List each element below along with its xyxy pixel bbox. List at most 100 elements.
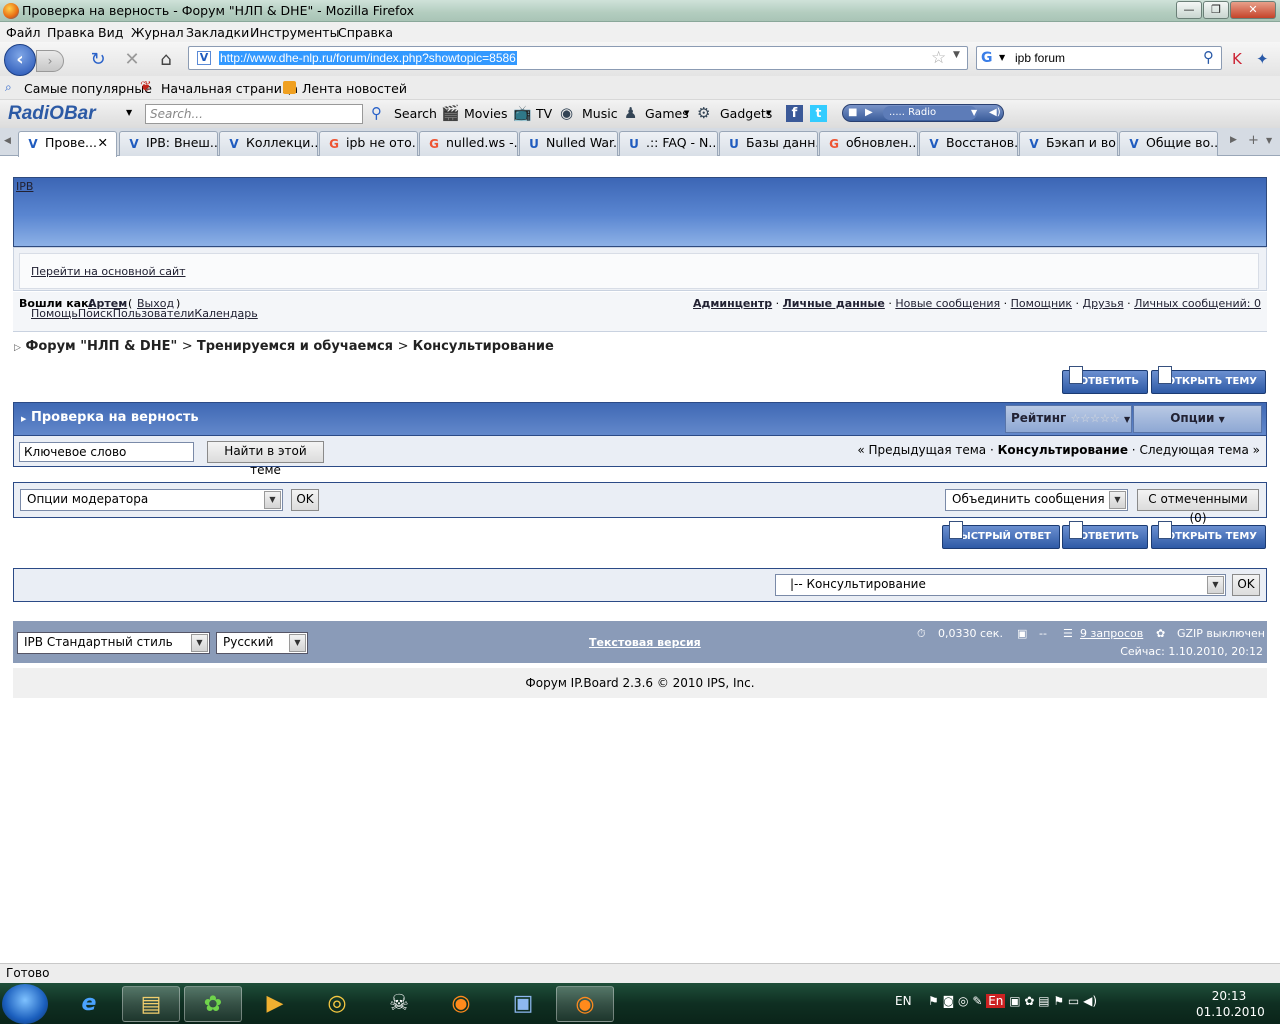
tab-8[interactable]: Gобновлен... — [819, 131, 918, 156]
menu-view[interactable]: Вид — [98, 25, 123, 40]
clock[interactable]: 20:13 01.10.2010 — [1196, 988, 1265, 1020]
radiobar-search-button[interactable]: Search — [394, 106, 437, 121]
bookmark-popular[interactable]: Самые популярные — [24, 81, 152, 96]
stop-icon[interactable]: ✕ — [122, 50, 142, 70]
radiobar-search-input[interactable]: Search... — [145, 104, 363, 124]
merge-posts-select[interactable]: Объединить сообщения ▼ — [945, 489, 1128, 511]
browser-search-box[interactable]: G ▼ ipb forum ⚲ — [976, 46, 1222, 70]
internet-explorer-icon[interactable]: e — [60, 986, 118, 1022]
forum-logo-link[interactable]: IPB — [16, 180, 33, 193]
bookmark-star-icon[interactable]: ☆ — [931, 48, 946, 68]
close-button[interactable]: ✕ — [1230, 1, 1276, 19]
forum-jump-select[interactable]: |-- Консультирование ▼ — [775, 574, 1226, 596]
language-select[interactable]: Русский ▼ — [216, 632, 308, 654]
menu-tools[interactable]: Инструменты — [250, 25, 339, 40]
tab-11[interactable]: V Общие во... — [1119, 131, 1218, 156]
firefox-taskbar-icon[interactable]: ◉ — [432, 986, 490, 1022]
breadcrumb-forum[interactable]: Форум "НЛП & DHE" — [25, 339, 177, 354]
menu-file[interactable]: Файл — [6, 25, 41, 40]
reply-button-bottom[interactable]: ОТВЕТИТЬ — [1062, 521, 1148, 549]
new-topic-button-bottom[interactable]: ОТКРЫТЬ ТЕМУ — [1151, 521, 1266, 549]
tab-close-icon[interactable]: ✕ — [98, 132, 108, 154]
fast-reply-button[interactable]: БЫСТРЫЙ ОТВЕТ — [942, 521, 1060, 549]
reload-icon[interactable]: ↻ — [88, 50, 108, 70]
with-selected-button[interactable]: С отмеченными (0) — [1137, 489, 1259, 525]
my-controls-link[interactable]: Личные данные — [783, 297, 885, 310]
search-in-topic-button[interactable]: Найти в этой теме — [207, 441, 324, 477]
next-topic-link[interactable]: Следующая тема » — [1139, 443, 1260, 457]
addon-icon[interactable]: ✦ — [1256, 50, 1269, 68]
search-icon[interactable]: ⚲ — [371, 104, 382, 122]
home-icon[interactable]: ⌂ — [156, 50, 176, 70]
maximize-button[interactable]: ❐ — [1203, 1, 1229, 19]
safari-icon[interactable]: ◎ — [308, 986, 366, 1022]
tray-icons[interactable]: ⚑ ◙ ◎ ✎ En ▣ ✿ ▤ ⚑ ▭ ◀) — [928, 994, 1097, 1008]
reply-button-top[interactable]: ОТВЕТИТЬ — [1062, 366, 1148, 394]
tab-2[interactable]: V Коллекци... — [219, 131, 318, 156]
games-dropdown-icon[interactable]: ▼ — [684, 109, 689, 117]
members-link[interactable]: Пользователи — [113, 307, 195, 320]
options-dropdown[interactable]: Опции ▼ — [1133, 405, 1262, 433]
gadgets-dropdown-icon[interactable]: ▼ — [766, 109, 771, 117]
friends-link[interactable]: Друзья — [1083, 297, 1124, 310]
tab-7[interactable]: U Базы данн... — [719, 131, 818, 156]
forum-jump-ok-button[interactable]: OK — [1232, 574, 1260, 596]
radiobar-games-button[interactable]: Games — [645, 106, 689, 121]
menu-history[interactable]: Журнал — [131, 25, 184, 40]
menu-help[interactable]: Справка — [338, 25, 393, 40]
icq-icon[interactable]: ✿ — [184, 986, 242, 1022]
calendar-link[interactable]: Календарь — [194, 307, 257, 320]
twitter-icon[interactable]: t — [810, 105, 827, 122]
volume-icon[interactable]: ◀) — [989, 105, 1001, 121]
messages-link[interactable]: Личных сообщений: 0 — [1134, 297, 1261, 310]
skin-select[interactable]: IPB Стандартный стиль ▼ — [17, 632, 210, 654]
tab-9[interactable]: V Восстанов... — [919, 131, 1018, 156]
moderator-options-select[interactable]: Опции модератора ▼ — [20, 489, 283, 511]
radio-play-icon[interactable]: ▶ — [865, 105, 873, 121]
tab-3[interactable]: Gipb не ото... — [319, 131, 418, 156]
breadcrumb-category[interactable]: Тренируемся и обучаемся — [197, 339, 393, 354]
search-icon[interactable]: ⚲ — [1203, 48, 1214, 66]
firefox-active-taskbar-icon[interactable]: ◉ — [556, 986, 614, 1022]
forward-button[interactable]: › — [36, 50, 64, 72]
new-topic-button-top[interactable]: ОТКРЫТЬ ТЕМУ — [1151, 366, 1266, 394]
text-version-link[interactable]: Текстовая версия — [589, 636, 701, 649]
tab-1[interactable]: V IPB: Внеш... — [119, 131, 218, 156]
kmplayer-icon[interactable]: ▣ — [494, 986, 552, 1022]
main-site-link[interactable]: Перейти на основной сайт — [31, 265, 186, 278]
start-button[interactable] — [2, 984, 48, 1024]
new-posts-link[interactable]: Новые сообщения — [895, 297, 1000, 310]
language-indicator[interactable]: EN — [895, 994, 912, 1008]
url-bar[interactable]: V http://www.dhe-nlp.ru/forum/index.php?… — [188, 46, 968, 70]
radiobar-menu-dropdown-icon[interactable]: ▼ — [126, 108, 132, 117]
url-dropdown-icon[interactable]: ▼ — [953, 50, 960, 60]
tab-scroll-right-icon[interactable]: ▶ — [1230, 135, 1237, 145]
menu-bookmarks[interactable]: Закладки — [186, 25, 249, 40]
new-tab-icon[interactable]: + — [1248, 133, 1259, 148]
tab-scroll-left-icon[interactable]: ◀ — [4, 136, 11, 146]
tab-4[interactable]: Gnulled.ws -... — [419, 131, 518, 156]
moderator-ok-button[interactable]: OK — [291, 489, 319, 511]
tab-10[interactable]: V Бэкап и во... — [1019, 131, 1118, 156]
radiobar-movies-button[interactable]: Movies — [464, 106, 508, 121]
admin-cp-link[interactable]: Админцентр — [693, 297, 772, 310]
breadcrumb-subforum[interactable]: Консультирование — [413, 339, 554, 354]
back-button[interactable]: ‹ — [4, 44, 36, 76]
alien-app-icon[interactable]: ☠ — [370, 986, 428, 1022]
search-link[interactable]: Поиск — [78, 307, 113, 320]
radiobar-tv-button[interactable]: TV — [536, 106, 552, 121]
tab-6[interactable]: U .:: FAQ - N... — [619, 131, 718, 156]
keyword-input[interactable]: Ключевое слово — [19, 442, 194, 462]
bookmark-start-page[interactable]: Начальная страница — [161, 81, 298, 96]
facebook-icon[interactable]: f — [786, 105, 803, 122]
minimize-button[interactable]: — — [1176, 1, 1202, 19]
assistant-link[interactable]: Помощник — [1011, 297, 1072, 310]
radio-stop-icon[interactable]: ■ — [848, 105, 857, 121]
current-forum-link[interactable]: Консультирование — [998, 443, 1128, 457]
rating-dropdown[interactable]: Рейтинг ☆☆☆☆☆ ▼ — [1005, 405, 1132, 433]
bookmark-news-feed[interactable]: Лента новостей — [302, 81, 407, 96]
queries-link[interactable]: 9 запросов — [1080, 627, 1143, 640]
tab-0[interactable]: V Прове... ✕ — [18, 131, 117, 157]
url-text[interactable]: http://www.dhe-nlp.ru/forum/index.php?sh… — [219, 51, 517, 65]
radio-dropdown-icon[interactable]: ▼ — [971, 105, 977, 121]
